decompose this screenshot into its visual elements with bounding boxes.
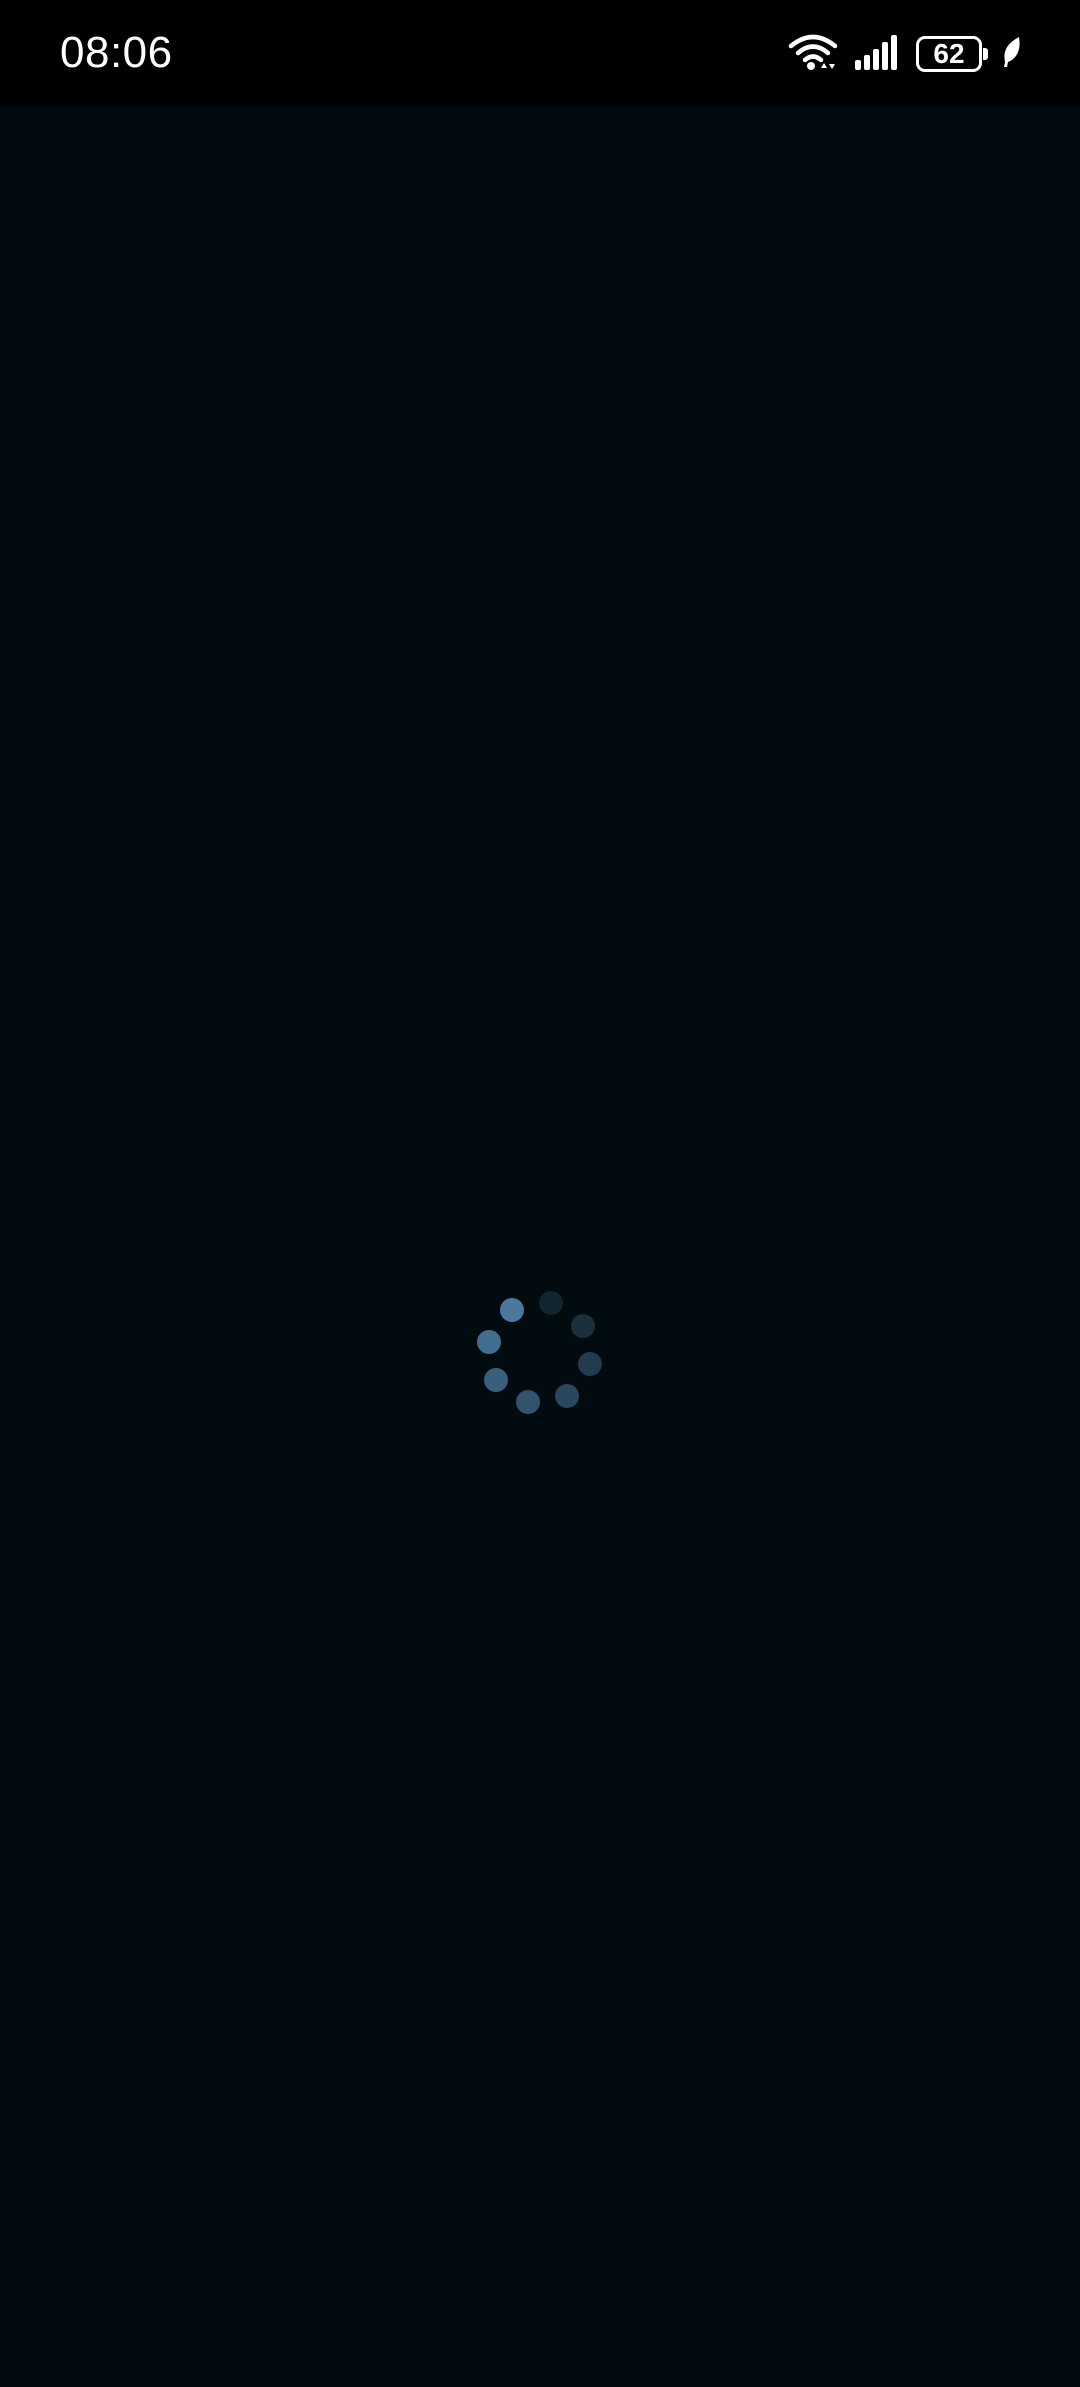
cellular-signal-icon — [854, 34, 900, 75]
spinner-dot — [571, 1314, 595, 1338]
app-screen — [0, 106, 1080, 2387]
battery-saver-leaf-icon — [1002, 36, 1022, 73]
spinner-dot — [500, 1298, 524, 1322]
status-icons: 62 — [788, 30, 1022, 78]
spinner-dot — [555, 1384, 579, 1408]
spinner-dot — [578, 1352, 602, 1376]
spinner-dot — [539, 1291, 563, 1315]
loading-spinner — [477, 1291, 602, 1414]
status-time: 08:06 — [60, 28, 173, 77]
spinner-dot — [484, 1368, 508, 1392]
wifi-icon — [788, 32, 838, 77]
battery-icon: 62 — [916, 36, 988, 72]
spinner-dot — [516, 1390, 540, 1414]
battery-level: 62 — [933, 38, 965, 69]
status-bar: 08:06 62 — [0, 0, 1080, 106]
spinner-dot — [477, 1330, 501, 1354]
